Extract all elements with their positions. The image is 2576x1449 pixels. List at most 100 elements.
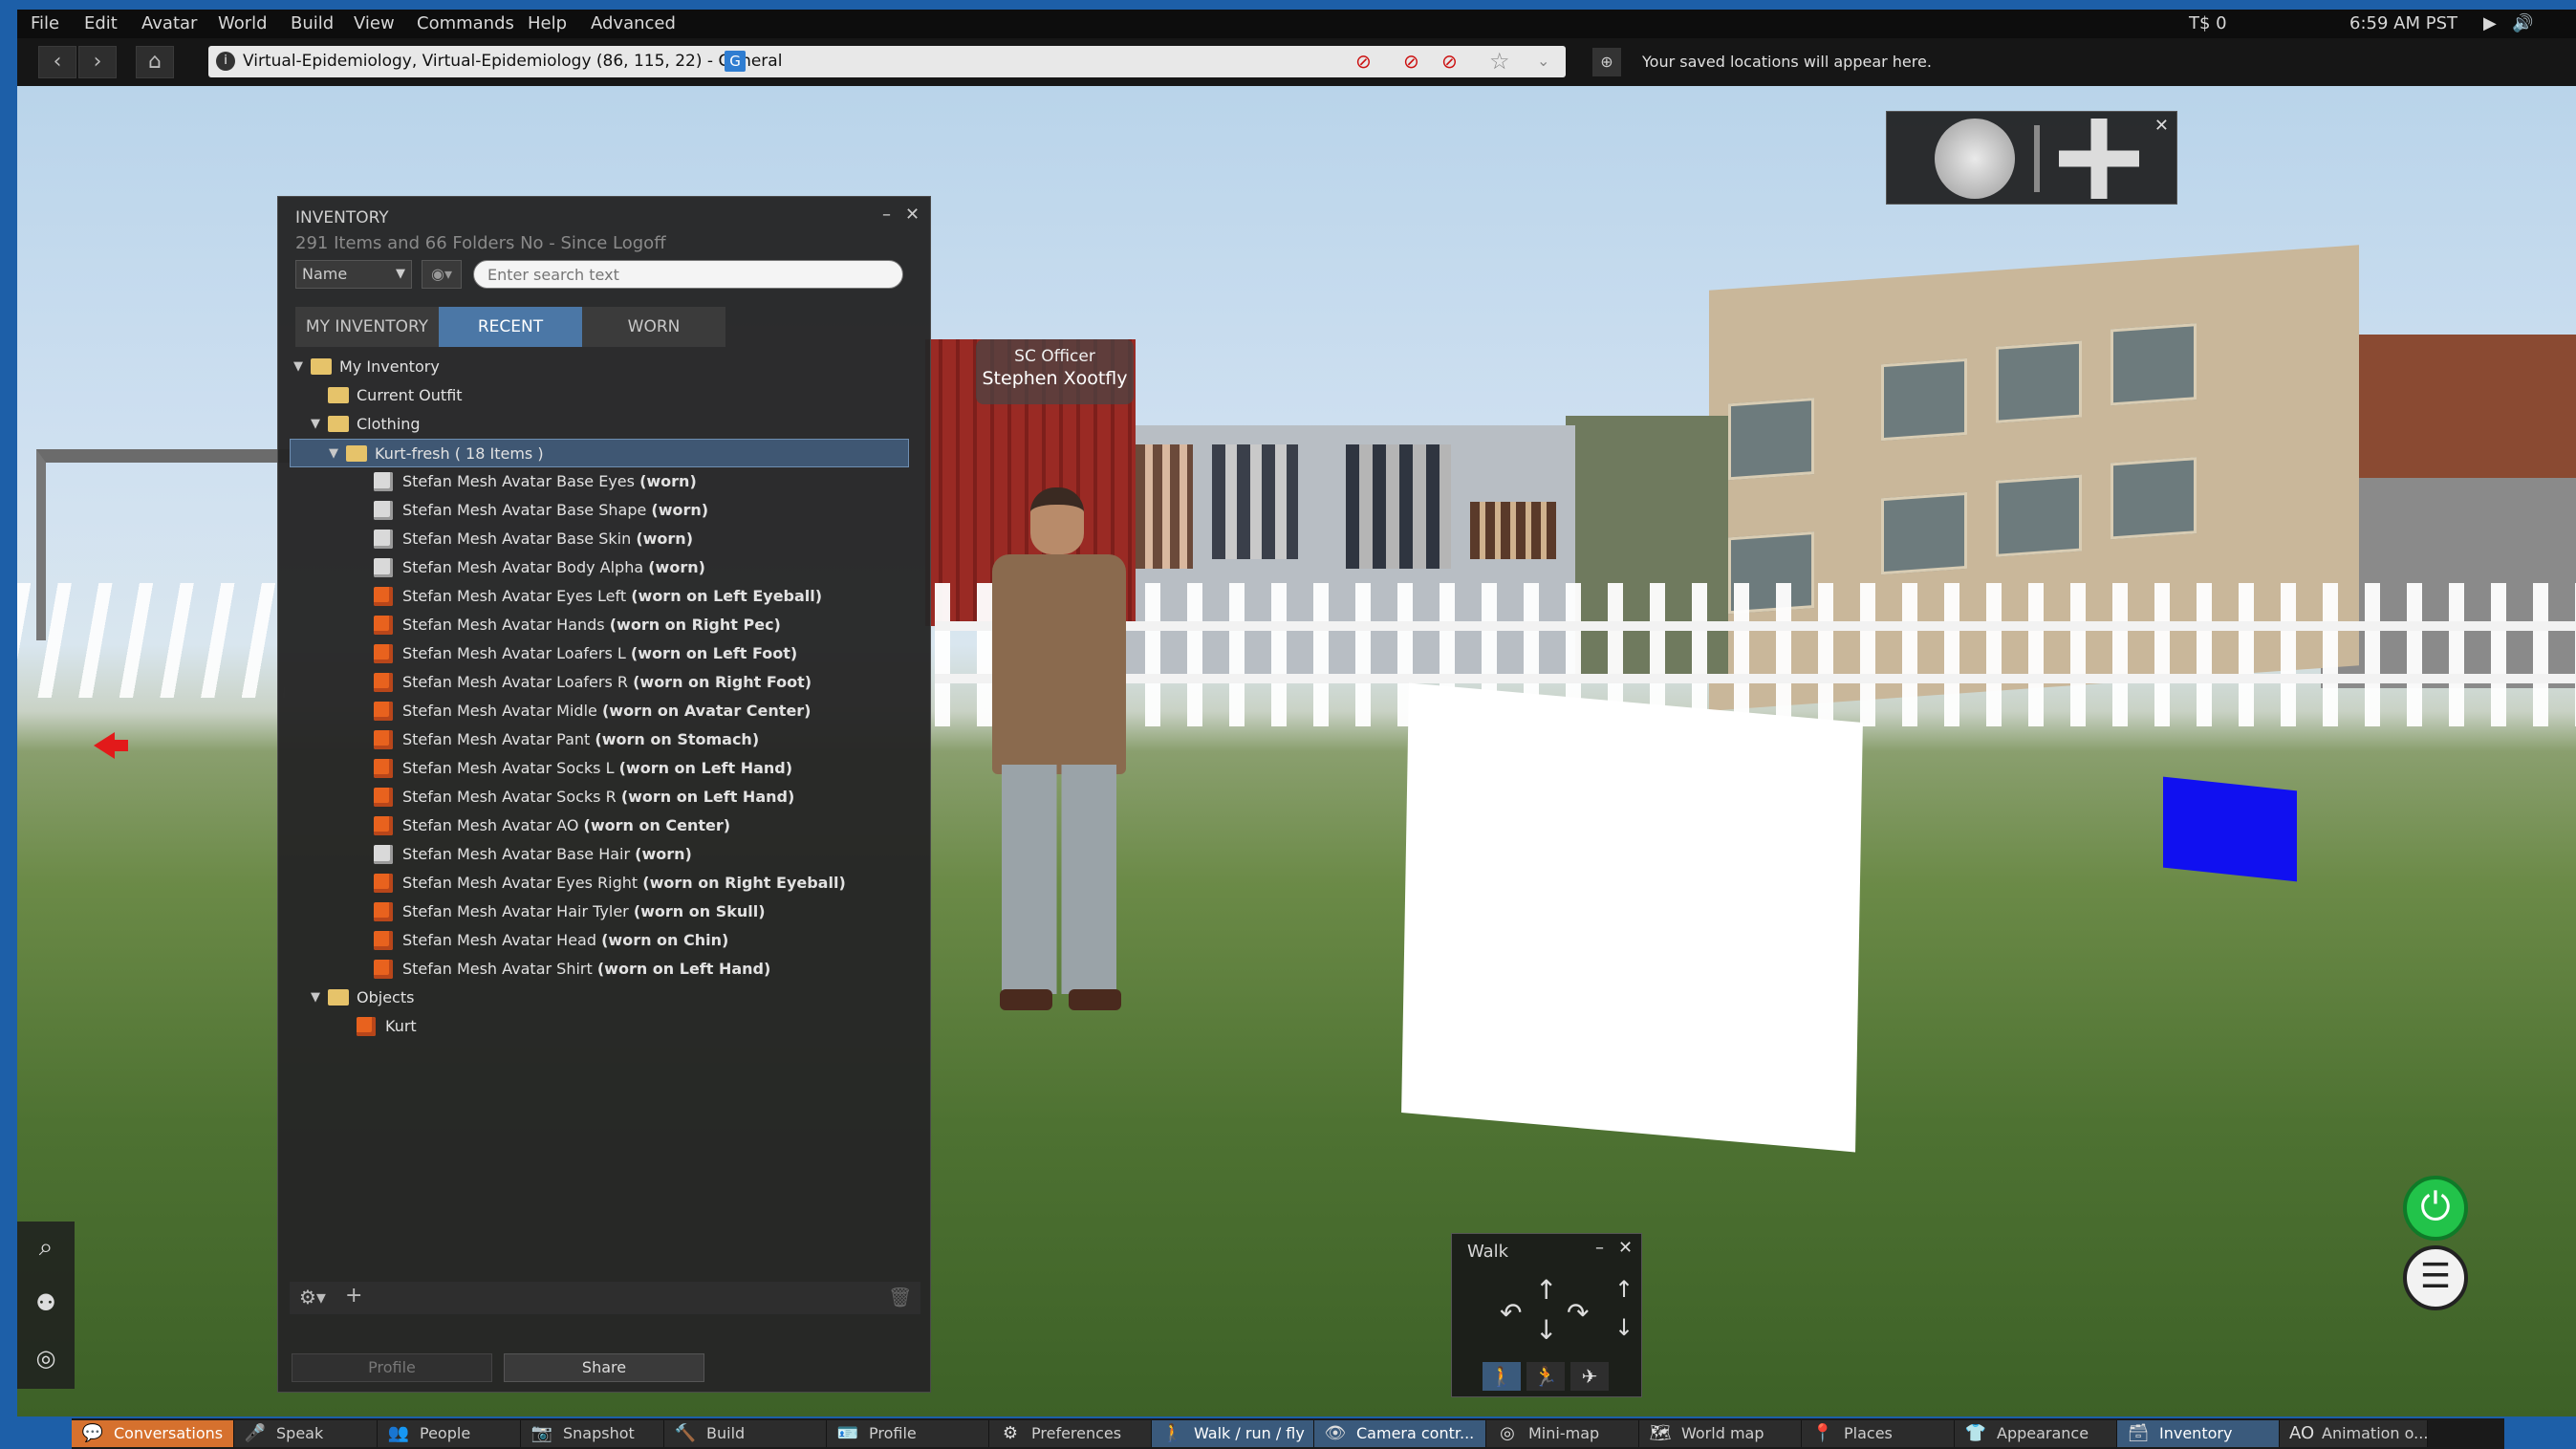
fly-down-icon[interactable]: ↓ — [1614, 1314, 1634, 1341]
inventory-item-row[interactable]: Stefan Mesh Avatar Socks R (worn on Left… — [290, 783, 909, 811]
backward-arrow-icon[interactable]: ↓ — [1535, 1314, 1557, 1346]
inventory-item-row[interactable]: Stefan Mesh Avatar Shirt (worn on Left H… — [290, 955, 909, 984]
toolbar-button-walk-run-fly[interactable]: 🚶 Walk / run / fly — [1152, 1420, 1314, 1447]
tab-recent[interactable]: RECENT — [439, 307, 582, 347]
inventory-item-row[interactable]: Stefan Mesh Avatar Loafers R (worn on Ri… — [290, 668, 909, 697]
toolbar-button-animation-o[interactable]: AO Animation o... — [2280, 1420, 2428, 1447]
volume-icon[interactable]: 🔊 — [2512, 13, 2533, 33]
camera-controls-widget[interactable]: ✕ — [1886, 111, 2177, 205]
back-button[interactable]: ‹ — [38, 46, 76, 78]
favorite-star-icon[interactable]: ☆ — [1489, 48, 1510, 75]
close-icon[interactable]: ✕ — [905, 205, 920, 225]
search-icon[interactable]: ⌕ — [32, 1233, 60, 1262]
location-input[interactable]: i Virtual-Epidemiology, Virtual-Epidemio… — [208, 46, 1566, 77]
menu-advanced[interactable]: Advanced — [591, 13, 676, 33]
expand-arrow-icon[interactable]: ▼ — [311, 984, 320, 1012]
add-icon[interactable]: + — [345, 1284, 362, 1308]
toolbar-button-world-map[interactable]: 🗺 World map — [1639, 1420, 1802, 1447]
toolbar-button-preferences[interactable]: ⚙ Preferences — [989, 1420, 1152, 1447]
toolbar-button-speak[interactable]: 🎤 Speak — [234, 1420, 378, 1447]
turn-left-icon[interactable]: ↶ — [1500, 1297, 1522, 1329]
filter-eye-icon[interactable]: ◉▾ — [422, 260, 462, 289]
zoom-slider[interactable] — [2034, 125, 2040, 192]
toolbar-button-people[interactable]: 👥 People — [378, 1420, 521, 1447]
red-arrow-marker[interactable] — [94, 732, 115, 759]
menu-list-icon[interactable]: ☰ — [2403, 1245, 2468, 1310]
minimize-icon[interactable]: – — [882, 205, 891, 225]
inventory-item-row[interactable]: Stefan Mesh Avatar Base Hair (worn) — [290, 840, 909, 869]
walk-mode-icon[interactable]: 🚶 — [1483, 1362, 1521, 1391]
menu-build[interactable]: Build — [291, 13, 334, 33]
inventory-item-row[interactable]: Stefan Mesh Avatar Body Alpha (worn) — [290, 553, 909, 582]
toolbar-button-appearance[interactable]: 👕 Appearance — [1955, 1420, 2117, 1447]
inventory-item-row[interactable]: Stefan Mesh Avatar Hair Tyler (worn on S… — [290, 898, 909, 926]
menu-commands[interactable]: Commands — [417, 13, 514, 33]
toolbar-button-profile[interactable]: 🪪 Profile — [827, 1420, 989, 1447]
menu-edit[interactable]: Edit — [84, 13, 118, 33]
minimize-icon[interactable]: – — [1595, 1238, 1604, 1258]
forward-button[interactable]: › — [78, 46, 117, 78]
globe-icon[interactable]: ◎ — [32, 1344, 60, 1373]
toolbar-button-conversations[interactable]: 💬 Conversations — [72, 1420, 234, 1447]
turn-right-icon[interactable]: ↷ — [1567, 1297, 1589, 1329]
inventory-folder-row[interactable]: ▼ My Inventory — [290, 353, 909, 381]
inventory-folder-row[interactable]: Current Outfit — [290, 381, 909, 410]
inventory-item-row[interactable]: Stefan Mesh Avatar Midle (worn on Avatar… — [290, 697, 909, 725]
menu-avatar[interactable]: Avatar — [141, 13, 197, 33]
inventory-item-row[interactable]: Stefan Mesh Avatar AO (worn on Center) — [290, 811, 909, 840]
run-mode-icon[interactable]: 🏃 — [1526, 1362, 1565, 1391]
inventory-item-row[interactable]: Kurt — [290, 1012, 909, 1041]
menu-help[interactable]: Help — [528, 13, 567, 33]
people-icon[interactable]: ⚉ — [32, 1288, 60, 1317]
inventory-item-row[interactable]: Stefan Mesh Avatar Eyes Left (worn on Le… — [290, 582, 909, 611]
inventory-item-row[interactable]: Stefan Mesh Avatar Loafers L (worn on Le… — [290, 639, 909, 668]
menu-file[interactable]: File — [31, 13, 59, 33]
inventory-item-row[interactable]: Stefan Mesh Avatar Base Eyes (worn) — [290, 467, 909, 496]
close-icon[interactable]: ✕ — [1618, 1238, 1633, 1258]
menu-world[interactable]: World — [218, 13, 268, 33]
toolbar-button-places[interactable]: 📍 Places — [1802, 1420, 1955, 1447]
inventory-folder-row[interactable]: ▼ Objects — [290, 984, 909, 1012]
avatar-figure[interactable] — [973, 487, 1145, 1023]
info-icon[interactable]: i — [216, 52, 235, 71]
fly-up-icon[interactable]: ↑ — [1614, 1276, 1634, 1303]
inventory-item-row[interactable]: Stefan Mesh Avatar Base Skin (worn) — [290, 525, 909, 553]
blue-cube-object[interactable] — [2163, 776, 2297, 882]
white-board-object[interactable] — [1401, 682, 1863, 1153]
inventory-item-row[interactable]: Stefan Mesh Avatar Socks L (worn on Left… — [290, 754, 909, 783]
menu-view[interactable]: View — [354, 13, 395, 33]
chevron-down-icon[interactable]: ⌄ — [1537, 52, 1549, 70]
orbit-joystick[interactable] — [1935, 119, 2015, 199]
toolbar-button-mini-map[interactable]: ◎ Mini-map — [1486, 1420, 1639, 1447]
pan-joystick[interactable] — [2059, 119, 2139, 199]
home-button[interactable]: ⌂ — [136, 46, 174, 78]
inventory-tree[interactable]: ▼ My Inventory Current Outfit ▼ Clothing ▼ Kur… — [290, 353, 909, 1175]
tab-my-inventory[interactable]: MY INVENTORY — [295, 307, 439, 347]
toolbar-button-snapshot[interactable]: 📷 Snapshot — [521, 1420, 664, 1447]
trash-icon[interactable]: 🗑 — [888, 1286, 912, 1308]
inventory-item-row[interactable]: Stefan Mesh Avatar Base Shape (worn) — [290, 496, 909, 525]
toolbar-button-build[interactable]: 🔨 Build — [664, 1420, 827, 1447]
power-icon[interactable]: ⏻ — [2403, 1176, 2468, 1241]
inventory-item-row[interactable]: Stefan Mesh Avatar Pant (worn on Stomach… — [290, 725, 909, 754]
inventory-item-row[interactable]: Stefan Mesh Avatar Head (worn on Chin) — [290, 926, 909, 955]
search-input[interactable] — [473, 260, 903, 289]
balance-display[interactable]: T$ 0 — [2189, 13, 2227, 33]
inventory-item-row[interactable]: Stefan Mesh Avatar Eyes Right (worn on R… — [290, 869, 909, 898]
expand-arrow-icon[interactable]: ▼ — [293, 353, 303, 381]
inventory-folder-row[interactable]: ▼ Clothing — [290, 410, 909, 439]
share-button[interactable]: Share — [504, 1353, 704, 1382]
inventory-folder-row[interactable]: ▼ Kurt-fresh ( 18 Items ) — [290, 439, 909, 467]
landmark-icon[interactable]: ⊕ — [1592, 48, 1621, 76]
expand-arrow-icon[interactable]: ▼ — [329, 440, 338, 468]
profile-button[interactable]: Profile — [292, 1353, 492, 1382]
gear-icon[interactable]: ⚙▾ — [299, 1286, 326, 1308]
fly-mode-icon[interactable]: ✈ — [1570, 1362, 1609, 1391]
sort-select[interactable]: Name ▼ — [295, 260, 412, 289]
expand-arrow-icon[interactable]: ▼ — [311, 410, 320, 439]
inventory-item-row[interactable]: Stefan Mesh Avatar Hands (worn on Right … — [290, 611, 909, 639]
forward-arrow-icon[interactable]: ↑ — [1535, 1274, 1557, 1306]
close-icon[interactable]: ✕ — [2154, 116, 2169, 136]
toolbar-button-camera-contr[interactable]: 👁 Camera contr... — [1314, 1420, 1486, 1447]
tab-worn[interactable]: WORN — [582, 307, 725, 347]
